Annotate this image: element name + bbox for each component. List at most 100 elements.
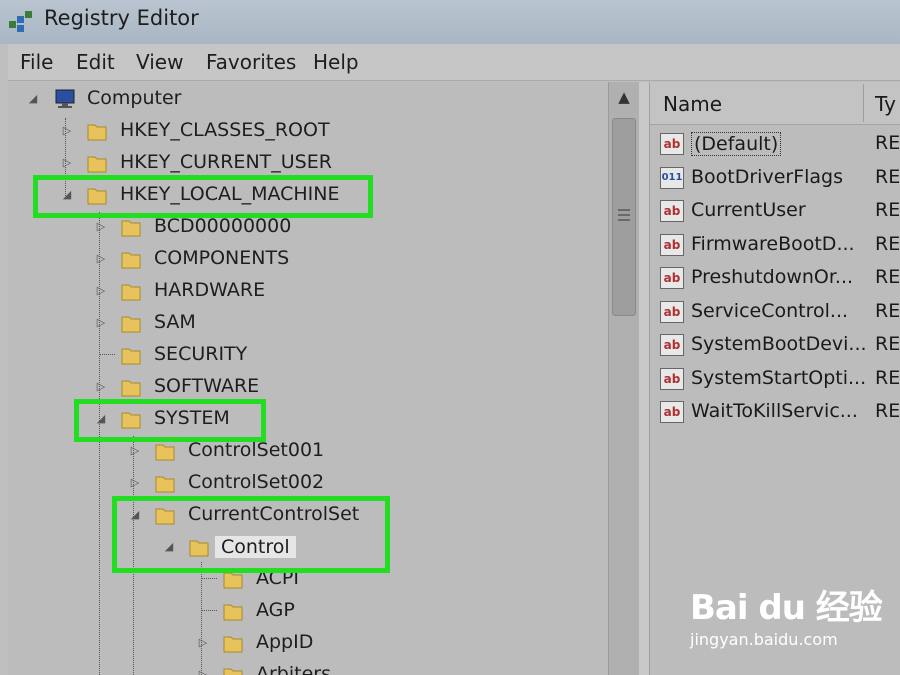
value-row[interactable]: ab WaitToKillServic... RE [650,395,900,428]
string-value-icon: ab [660,301,684,323]
string-value-icon: ab [660,133,684,155]
value-name: (Default) [691,132,782,156]
computer-icon [55,89,75,108]
menu-file[interactable]: File [20,50,53,74]
scroll-up-arrow-icon[interactable]: ▲ [609,82,639,112]
value-row[interactable]: ab CurrentUser RE [650,194,900,227]
folder-icon [121,284,141,301]
column-header-type[interactable]: Ty [875,92,896,116]
column-separator[interactable] [863,84,864,122]
value-type: RE [875,266,900,288]
value-name: SystemStartOpti... [691,367,867,389]
values-column-header: Name Ty [650,82,900,125]
tree-item-label: SECURITY [154,343,248,365]
watermark-logo: Bai du 经验 [690,588,883,628]
tree-item-computer[interactable]: ◢ Computer [8,84,608,116]
folder-icon [121,348,141,365]
value-name: CurrentUser [691,199,806,221]
value-type: RE [875,233,900,255]
registry-editor-icon [9,11,32,32]
tree-item-label: COMPONENTS [154,247,290,269]
value-row[interactable]: ab PreshutdownOr... RE [650,261,900,294]
value-name: PreshutdownOr... [691,266,854,288]
tree-item-label: HKEY_CURRENT_USER [120,151,332,173]
value-row[interactable]: ab FirmwareBootD... RE [650,228,900,261]
pane-splitter[interactable] [639,82,649,675]
tree-item-label: AGP [256,599,295,621]
folder-icon [223,668,243,675]
menu-help[interactable]: Help [313,50,359,74]
tree-item-components[interactable]: ▷ COMPONENTS [8,244,608,276]
expand-arrow-icon[interactable]: ▷ [196,636,210,650]
highlight-box-hklm [33,175,373,218]
tree-item-label: ControlSet001 [188,439,325,461]
tree-item-label: BCD00000000 [154,215,292,237]
value-type: RE [875,333,900,355]
tree-item-arbiters[interactable]: ▷ Arbiters [8,660,608,675]
collapse-arrow-icon[interactable]: ◢ [26,92,40,106]
value-row[interactable]: ab (Default) RE [650,127,900,160]
tree-item-sam[interactable]: ▷ SAM [8,308,608,340]
folder-icon [121,252,141,269]
tree-item-appid[interactable]: ▷ AppID [8,628,608,660]
expand-arrow-icon[interactable]: ▷ [94,284,108,298]
menu-favorites[interactable]: Favorites [206,50,296,74]
column-header-name[interactable]: Name [663,92,722,116]
folder-icon [87,124,107,141]
value-type: RE [875,199,900,221]
highlight-box-system [74,399,266,442]
expand-arrow-icon[interactable]: ▷ [128,476,142,490]
binary-value-icon: 011 [660,167,684,189]
scroll-thumb[interactable] [612,118,636,316]
string-value-icon: ab [660,234,684,256]
value-type: RE [875,132,900,154]
value-type: RE [875,400,900,422]
string-value-icon: ab [660,334,684,356]
grip-icon [618,209,630,211]
tree-item-label: ControlSet002 [188,471,325,493]
expand-arrow-icon[interactable]: ▷ [94,316,108,330]
tree-scrollbar[interactable]: ▲ [608,82,639,675]
value-name: ServiceControl... [691,300,849,322]
expand-arrow-icon[interactable]: ▷ [60,124,74,138]
string-value-icon: ab [660,401,684,423]
value-row[interactable]: ab SystemStartOpti... RE [650,362,900,395]
folder-icon [155,444,175,461]
value-name: BootDriverFlags [691,166,844,188]
tree-item-label: Computer [87,87,182,109]
menu-edit[interactable]: Edit [76,50,115,74]
menu-view[interactable]: View [136,50,183,74]
expand-arrow-icon[interactable]: ▷ [94,220,108,234]
expand-arrow-icon[interactable]: ▷ [94,380,108,394]
folder-icon [87,156,107,173]
menu-bar: File Edit View Favorites Help [8,44,900,81]
window-title: Registry Editor [44,6,199,30]
tree-item-label: HKEY_CLASSES_ROOT [120,119,330,141]
tree-item-agp[interactable]: AGP [8,596,608,628]
folder-icon [121,380,141,397]
value-name: SystemBootDevi... [691,333,867,355]
folder-icon [121,316,141,333]
folder-icon [155,476,175,493]
expand-arrow-icon[interactable]: ▷ [196,668,210,675]
string-value-icon: ab [660,200,684,222]
tree-item-hardware[interactable]: ▷ HARDWARE [8,276,608,308]
tree-item-hkey-classes-root[interactable]: ▷ HKEY_CLASSES_ROOT [8,116,608,148]
tree-item-security[interactable]: SECURITY [8,340,608,372]
value-row[interactable]: 011 BootDriverFlags RE [650,161,900,194]
expand-arrow-icon[interactable]: ▷ [94,252,108,266]
string-value-icon: ab [660,267,684,289]
value-row[interactable]: ab ServiceControl... RE [650,295,900,328]
grip-icon [618,214,630,216]
expand-arrow-icon[interactable]: ▷ [128,444,142,458]
watermark-url: jingyan.baidu.com [690,630,838,649]
key-tree-pane[interactable]: ◢ Computer ▷ HKEY_CLASSES_ROOT ▷ HKEY_CU… [8,82,608,675]
tree-item-label: SAM [154,311,196,333]
expand-arrow-icon[interactable]: ▷ [60,156,74,170]
baidu-watermark: Bai du 经验 jingyan.baidu.com [690,580,890,660]
tree-item-label: SOFTWARE [154,375,260,397]
tree-item-label: HARDWARE [154,279,266,301]
value-row[interactable]: ab SystemBootDevi... RE [650,328,900,361]
value-type: RE [875,367,900,389]
title-bar: Registry Editor [0,0,900,44]
